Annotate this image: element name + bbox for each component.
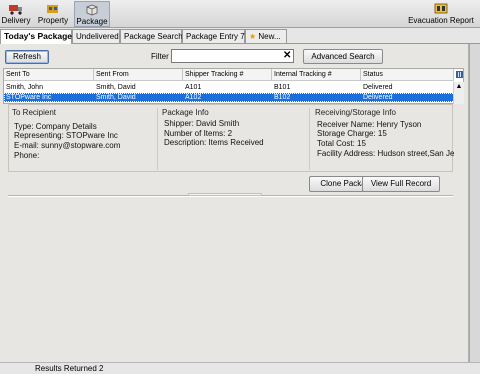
tab-label: Undelivered [76,32,119,41]
package-shipper: Shipper: David Smith [164,119,240,128]
recipient-type: Type: Company Details [14,122,97,131]
tab-label: Today's Packages [4,31,77,41]
panel-scrollbar[interactable] [469,44,480,362]
column-header-sent-to[interactable]: Sent To [4,69,94,81]
filter-input[interactable] [171,49,294,63]
property-label: Property [37,16,69,25]
details-divider [309,108,310,170]
cell-internal-tracking: B101 [274,84,291,91]
storage-total-cost: Total Cost: 15 [317,139,366,148]
cell-shipper-tracking: A101 [185,84,202,91]
main-toolbar: Delivery Property Package Evacuation Rep… [0,0,480,28]
recipient-phone: Phone: [14,151,40,160]
cell-sent-from: Smith, David [96,84,136,91]
details-divider [157,108,158,170]
storage-facility-address: Facility Address: Hudson street,San Je [317,149,454,158]
cell-sent-from: Smith, David [96,94,136,101]
recipient-section-title: To Recipient [12,108,57,117]
package-label: Package [76,17,108,26]
splitter-handle[interactable] [188,193,262,196]
column-header-sent-from[interactable]: Sent From [94,69,183,81]
refresh-button[interactable]: Refresh [5,50,49,64]
cell-internal-tracking: B102 [274,94,291,101]
filter-label: Filter [151,52,169,61]
tab-package-search[interactable]: Package Search [120,29,183,43]
package-description: Description: Items Received [164,138,264,147]
tab-new[interactable]: ★ New... [245,29,287,43]
cell-shipper-tracking: A102 [185,94,202,101]
column-header-shipper-tracking[interactable]: Shipper Tracking # [183,69,272,81]
cell-status: Delivered [363,84,393,91]
storage-receiver: Receiver Name: Henry Tyson [317,120,422,129]
package-item-count: Number of Items: 2 [164,129,233,138]
column-header-status[interactable]: Status [361,69,454,81]
tab-label: Package Search [124,32,183,41]
scroll-up-icon[interactable]: ▲ [454,82,464,91]
evacuation-report-icon [434,3,448,14]
package-button[interactable]: Package [74,1,110,27]
view-full-record-button[interactable]: View Full Record [362,176,440,192]
cell-sent-to: Smith, John [6,84,43,91]
tab-todays-packages[interactable]: Today's Packages [0,29,77,44]
tab-label: Package Entry 7 [186,32,245,41]
results-count: Results Returned 2 [35,364,104,373]
evacuation-report-button[interactable]: Evacuation Report [404,1,478,27]
cell-status: Delivered [363,94,393,101]
evacuation-report-label: Evacuation Report [408,16,474,25]
advanced-search-button[interactable]: Advanced Search [303,49,383,64]
table-row[interactable]: Smith, John Smith, David A101 B101 Deliv… [4,83,463,92]
storage-charge: Storage Charge: 15 [317,129,387,138]
package-info-section-title: Package Info [162,108,209,117]
tab-package-entry[interactable]: Package Entry 7 [182,29,245,43]
delivery-truck-icon [9,5,22,15]
recipient-email: E-mail: sunny@stopware.com [14,141,121,150]
tab-bar: Today's Packages Undelivered Package Sea… [0,28,480,44]
clear-filter-icon[interactable]: ✕ [283,49,291,62]
column-picker-icon[interactable] [456,71,463,78]
cell-sent-to: STOPware Inc [6,94,52,101]
table-row-selected[interactable]: STOPware Inc Smith, David A102 B102 Deli… [4,93,463,102]
delivery-button[interactable]: Delivery [1,1,31,27]
tab-undelivered[interactable]: Undelivered [72,29,120,43]
package-icon [86,4,98,16]
tab-label: New... [258,32,281,41]
recipient-representing: Representing: STOPware Inc [14,131,118,140]
storage-section-title: Receiving/Storage Info [315,108,396,117]
property-icon [47,5,58,13]
star-icon: ★ [249,32,257,41]
column-header-internal-tracking[interactable]: Internal Tracking # [272,69,361,81]
package-details-panel: To Recipient Type: Company Details Repre… [8,104,454,172]
delivery-label: Delivery [1,16,31,25]
property-button[interactable]: Property [34,1,72,27]
table-scrollbar[interactable]: ▲ [453,82,464,104]
packages-table: Sent To Sent From Shipper Tracking # Int… [3,68,464,104]
